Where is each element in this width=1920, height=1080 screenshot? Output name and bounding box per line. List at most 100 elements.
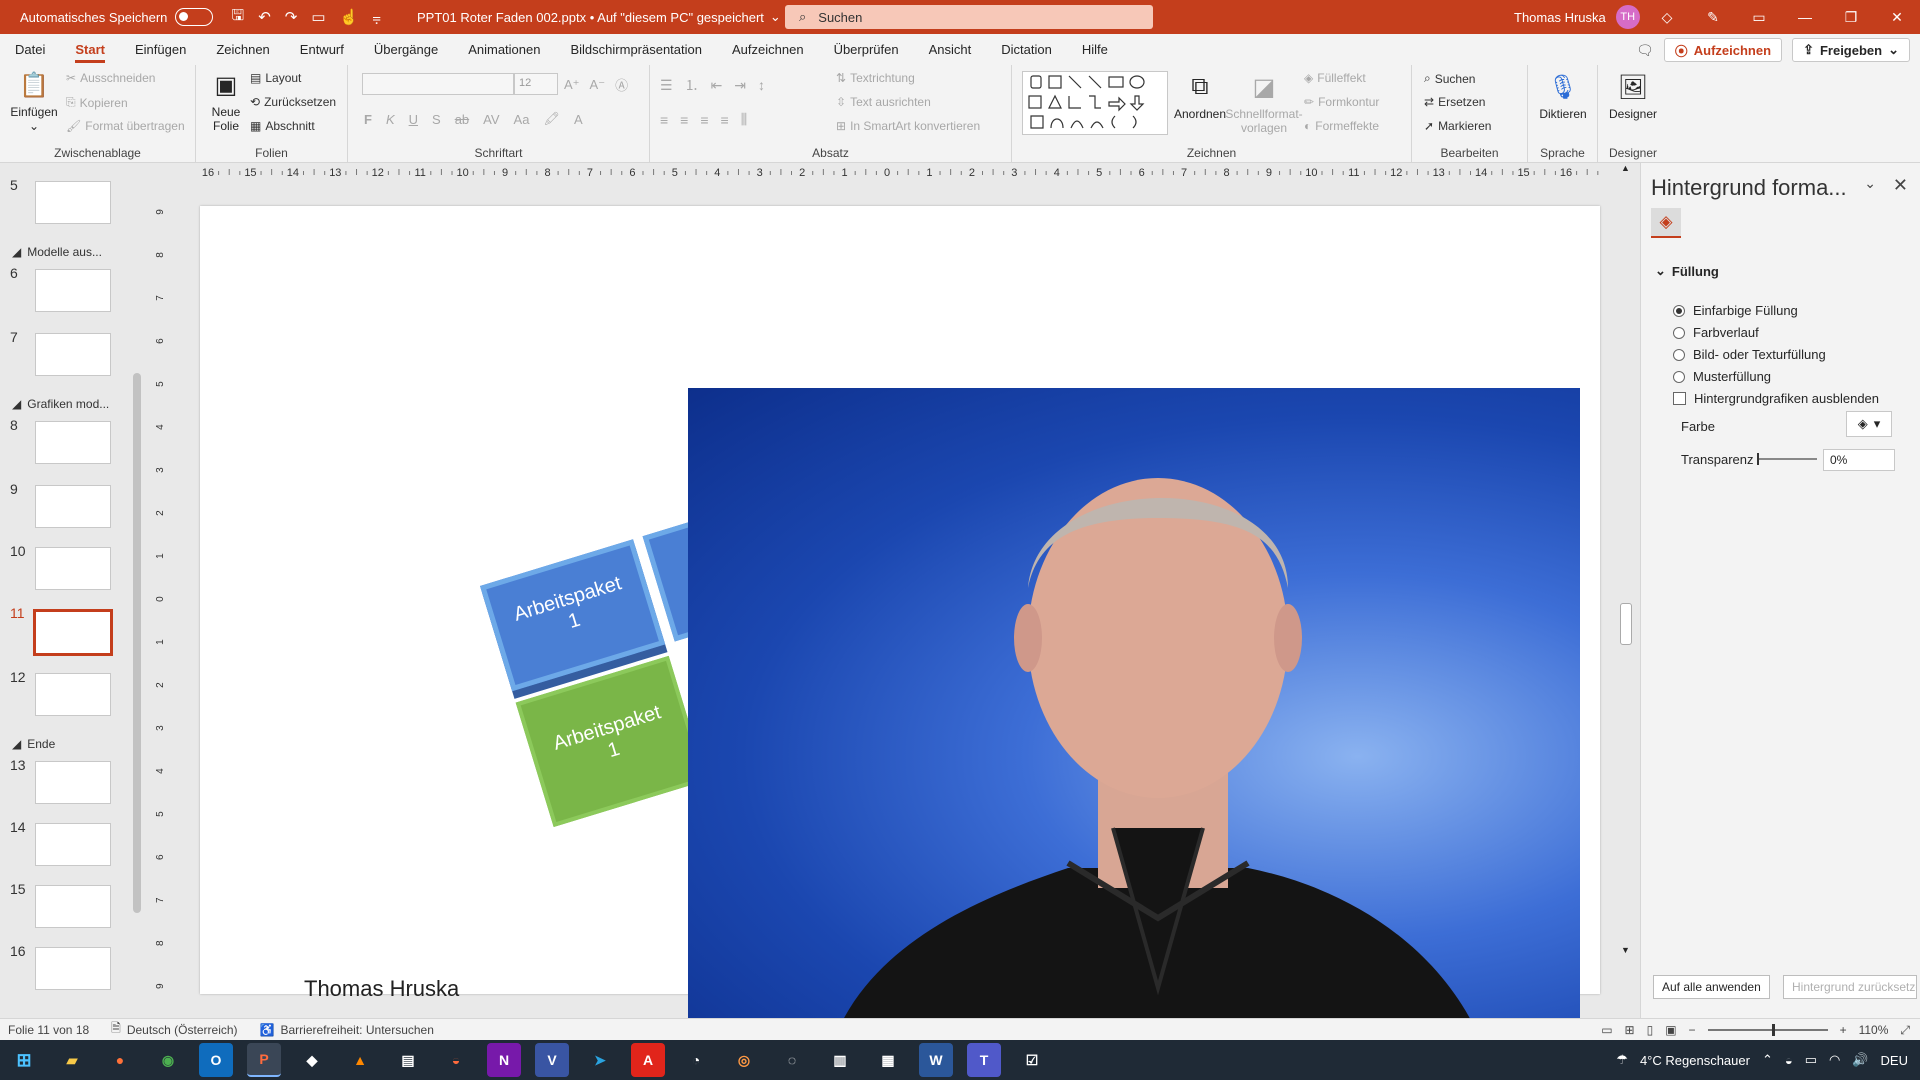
align-center-icon[interactable]: ≡ — [680, 112, 688, 128]
customize-quick-access-icon[interactable]: ⩦ — [372, 9, 381, 26]
radio-dot[interactable] — [1673, 326, 1685, 339]
weather-text[interactable]: 4°C Regenschauer — [1640, 1053, 1750, 1068]
visio-icon[interactable]: V — [535, 1043, 569, 1077]
toggle-switch[interactable] — [175, 8, 214, 26]
scroll-down-icon[interactable]: ▼ — [1621, 945, 1630, 955]
replace-button[interactable]: ⇄ Ersetzen — [1424, 95, 1485, 109]
hide-background-graphics-checkbox[interactable]: Hintergrundgrafiken ausblenden — [1673, 391, 1879, 406]
designer-button[interactable]: 🖼 Designer — [1602, 71, 1664, 122]
section-header[interactable]: ◢ Ende — [12, 737, 55, 751]
file-explorer-icon[interactable]: ▰ — [55, 1043, 89, 1077]
shapes-gallery[interactable] — [1022, 71, 1168, 135]
radio-gradient-fill[interactable]: Farbverlauf — [1673, 325, 1759, 340]
tab-einfuegen[interactable]: Einfügen — [120, 34, 201, 65]
app-icon[interactable]: ▤ — [391, 1043, 425, 1077]
app-icon[interactable]: ◒ — [439, 1043, 473, 1077]
tab-aufzeichnen[interactable]: Aufzeichnen — [717, 34, 819, 65]
windows-start-icon[interactable]: ⊞ — [7, 1043, 41, 1077]
reset-background-button[interactable]: Hintergrund zurücksetze — [1783, 975, 1917, 999]
paste-button[interactable]: 📋 Einfügen ⌄ — [8, 69, 60, 134]
tab-zeichnen[interactable]: Zeichnen — [201, 34, 284, 65]
slide-thumbnail[interactable] — [35, 947, 111, 990]
app-icon[interactable]: ▥ — [823, 1043, 857, 1077]
slide-thumbnail[interactable] — [35, 823, 111, 866]
radio-dot[interactable] — [1673, 348, 1685, 361]
section-header[interactable]: ◢ Modelle aus... — [12, 245, 102, 259]
justify-icon[interactable]: ≡ — [721, 112, 729, 128]
volume-icon[interactable]: 🔊 — [1852, 1052, 1868, 1068]
tab-datei[interactable]: Datei — [0, 34, 60, 65]
chevron-up-icon[interactable]: ⌃ — [1762, 1052, 1773, 1068]
minimize-icon[interactable]: — — [1782, 9, 1828, 25]
font-family-select[interactable] — [362, 73, 514, 95]
underline-icon[interactable]: U — [409, 112, 418, 127]
accessibility-indicator[interactable]: ♿ Barrierefreiheit: Untersuchen — [260, 1023, 434, 1037]
color-picker-button[interactable]: ◈ ▾ — [1846, 411, 1892, 437]
slideshow-icon[interactable]: ▣ — [1665, 1023, 1676, 1037]
comment-icon[interactable]: 🗨 — [1636, 42, 1654, 59]
slide-panel-scrollbar[interactable] — [130, 163, 144, 1018]
layout-button[interactable]: ▤ Layout — [250, 71, 301, 85]
powerpoint-icon[interactable]: P — [247, 1043, 281, 1077]
language-text[interactable]: DEU — [1881, 1053, 1908, 1068]
tab-bildschirmpraesentation[interactable]: Bildschirmpräsentation — [555, 34, 717, 65]
radio-pattern-fill[interactable]: Musterfüllung — [1673, 369, 1771, 384]
record-button[interactable]: ⦿ Aufzeichnen — [1663, 38, 1783, 62]
tab-ansicht[interactable]: Ansicht — [914, 34, 987, 65]
zoom-slider[interactable] — [1707, 1024, 1828, 1036]
strikethrough-icon[interactable]: ab — [455, 112, 469, 127]
app-icon[interactable]: ◔ — [679, 1043, 713, 1077]
outlook-icon[interactable]: O — [199, 1043, 233, 1077]
reading-view-icon[interactable]: ▯ — [1647, 1023, 1654, 1037]
increase-indent-icon[interactable]: ⇥ — [734, 77, 746, 94]
language-indicator[interactable]: 🗎 Deutsch (Österreich) — [111, 1019, 237, 1040]
slide-thumbnail-active[interactable] — [33, 609, 113, 656]
ribbon-display-icon[interactable]: ▭ — [1736, 9, 1782, 26]
slide-thumbnail[interactable] — [35, 269, 111, 312]
presentation-icon[interactable]: ▭ — [311, 8, 325, 26]
tab-start[interactable]: Start — [60, 34, 120, 65]
align-right-icon[interactable]: ≡ — [700, 112, 708, 128]
font-color-icon[interactable]: A — [574, 112, 583, 127]
grow-font-icon[interactable]: A⁺ — [564, 77, 580, 93]
firefox-icon[interactable]: ● — [103, 1043, 137, 1077]
app-icon[interactable]: ☑ — [1015, 1043, 1049, 1077]
arrange-button[interactable]: ⧉ Anordnen — [1170, 71, 1230, 121]
section-button[interactable]: ▦ Abschnitt — [250, 119, 315, 133]
find-button[interactable]: ⌕ Suchen — [1424, 71, 1475, 86]
chrome-icon[interactable]: ◉ — [151, 1043, 185, 1077]
bullets-icon[interactable]: ☰ — [660, 77, 673, 94]
shape-outline-button[interactable]: ✏ Formkontur — [1304, 95, 1379, 109]
zoom-level[interactable]: 110% — [1859, 1023, 1889, 1037]
avatar[interactable]: TH — [1615, 5, 1640, 29]
line-spacing-icon[interactable]: ↕ — [758, 77, 765, 93]
scrollbar-thumb[interactable] — [133, 373, 141, 913]
slide-thumbnail[interactable] — [35, 421, 111, 464]
slide-thumbnail[interactable] — [35, 673, 111, 716]
shape-effects-button[interactable]: ◐ Formeffekte — [1304, 119, 1379, 133]
search-box[interactable]: ⌕ Suchen — [785, 5, 1153, 29]
smartart-button[interactable]: ⊞ In SmartArt konvertieren — [836, 119, 980, 133]
case-icon[interactable]: Aa — [514, 112, 530, 127]
numbering-icon[interactable]: ⒈ — [685, 75, 699, 95]
apply-all-button[interactable]: Auf alle anwenden — [1653, 975, 1770, 999]
highlight-icon[interactable]: 🖍 — [543, 111, 560, 127]
battery-icon[interactable]: ▭ — [1805, 1052, 1817, 1068]
slide-thumbnail[interactable] — [35, 885, 111, 928]
transparency-input[interactable]: 0% — [1823, 449, 1895, 471]
tab-animationen[interactable]: Animationen — [453, 34, 555, 65]
decrease-indent-icon[interactable]: ⇤ — [711, 77, 723, 94]
app-icon[interactable]: ◆ — [295, 1043, 329, 1077]
copy-button[interactable]: ⎘ Kopieren — [66, 95, 128, 110]
radio-dot[interactable] — [1673, 370, 1685, 383]
shape-fill-button[interactable]: ◈ Fülleffekt — [1304, 71, 1366, 85]
wifi-icon[interactable]: ◠ — [1829, 1052, 1840, 1068]
reset-button[interactable]: ⟲ Zurücksetzen — [250, 95, 336, 109]
scrollbar-thumb[interactable] — [1620, 603, 1632, 645]
radio-solid-fill[interactable]: Einfarbige Füllung — [1673, 303, 1798, 318]
close-icon[interactable]: ✕ — [1874, 9, 1920, 26]
chevron-down-icon[interactable]: ⌄ — [1864, 175, 1876, 192]
slide-thumbnail[interactable] — [35, 333, 111, 376]
cut-button[interactable]: ✂ Ausschneiden — [66, 71, 155, 85]
redo-icon[interactable]: ↷ — [285, 8, 298, 26]
